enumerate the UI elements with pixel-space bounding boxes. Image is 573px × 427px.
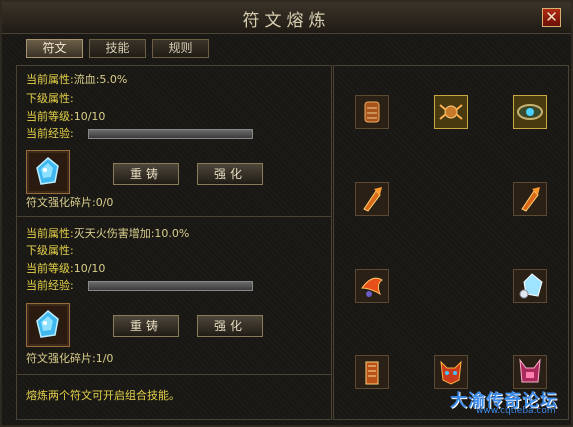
rune-item-eye-ring[interactable] — [513, 95, 547, 129]
rune2-current-attr-value: 灭天火伤害增加:10.0% — [73, 227, 190, 240]
rune1-exp: 当前经验: — [26, 126, 74, 142]
rune1-fragments-value: 0/0 — [95, 196, 114, 209]
rune1-fragments: 符文强化碎片:0/0 — [26, 195, 113, 211]
rune-item-firebird[interactable] — [355, 269, 389, 303]
blue-gem-icon — [36, 310, 59, 338]
gauntlet-rune-icon — [364, 101, 380, 123]
title-bar: 符文熔炼 ✕ — [2, 2, 571, 34]
rune-item-flame-totem[interactable] — [355, 355, 389, 389]
footer-divider — [16, 374, 332, 375]
demon-mask-rune-icon — [440, 360, 462, 385]
rune-item-demon-mask[interactable] — [434, 355, 468, 389]
rune2-level-label: 当前等级: — [26, 262, 74, 275]
flame-totem-rune-icon — [365, 361, 379, 385]
rune1-next-attr-label: 下级属性: — [26, 92, 74, 105]
rune1-strengthen-button[interactable]: 强化 — [197, 163, 263, 185]
rune1-level-label: 当前等级: — [26, 110, 74, 123]
rune1-current-attr-value: 流血:5.0% — [73, 73, 128, 86]
rune2-fragments-label: 符文强化碎片: — [26, 352, 96, 365]
rune1-recast-button[interactable]: 重铸 — [113, 163, 179, 185]
rune1-exp-label: 当前经验: — [26, 127, 74, 140]
rune1-next-attr: 下级属性: — [26, 91, 74, 107]
rune2-fragments: 符文强化碎片:1/0 — [26, 351, 113, 367]
rune2-recast-button[interactable]: 重铸 — [113, 315, 179, 337]
rune2-current-attr: 当前属性:灭天火伤害增加:10.0% — [26, 226, 189, 242]
tab-rules[interactable]: 规则 — [152, 39, 209, 58]
rune1-level: 当前等级:10/10 — [26, 109, 105, 125]
rune1-slot[interactable] — [26, 150, 70, 194]
rune-smelting-window: 符文熔炼 ✕ 符文 技能 规则 当前属性:流血:5.0% 下级属性: 当前等级:… — [0, 0, 573, 427]
rune1-current-attr: 当前属性:流血:5.0% — [26, 72, 127, 88]
rune-item-gauntlet[interactable] — [355, 95, 389, 129]
eye-ring-rune-icon — [517, 104, 543, 120]
rune1-level-value: 10/10 — [73, 110, 106, 123]
rune1-current-attr-label: 当前属性: — [26, 73, 74, 86]
rune-item-flame-claw-1[interactable] — [355, 182, 389, 216]
rune2-next-attr-label: 下级属性: — [26, 244, 74, 257]
blue-gem-icon — [36, 157, 59, 185]
horned-helm-rune-icon — [519, 358, 541, 383]
rune2-current-attr-label: 当前属性: — [26, 227, 74, 240]
rune-item-frost-gem[interactable] — [513, 269, 547, 303]
rune2-strengthen-button[interactable]: 强化 — [197, 315, 263, 337]
rune1-exp-bar — [88, 129, 253, 139]
spider-rune-icon — [439, 104, 463, 120]
rune1-fragments-label: 符文强化碎片: — [26, 196, 96, 209]
rune-item-flame-claw-2[interactable] — [513, 182, 547, 216]
rune2-fragments-value: 1/0 — [95, 352, 114, 365]
close-button[interactable]: ✕ — [542, 8, 561, 27]
flame-claw-rune-icon — [363, 187, 382, 212]
window-title: 符文熔炼 — [242, 11, 331, 31]
watermark-url: www.cqtieba.com — [476, 406, 556, 416]
firebird-rune-icon — [361, 277, 383, 297]
rune2-level: 当前等级:10/10 — [26, 261, 105, 277]
rune-item-spider[interactable] — [434, 95, 468, 129]
footer-note: 熔炼两个符文可开启组合技能。 — [26, 389, 180, 402]
rune2-slot[interactable] — [26, 303, 70, 347]
rune2-level-value: 10/10 — [73, 262, 106, 275]
rune2-next-attr: 下级属性: — [26, 243, 74, 259]
tab-runes[interactable]: 符文 — [26, 39, 83, 58]
tab-skills[interactable]: 技能 — [89, 39, 146, 58]
frost-gem-rune-icon — [519, 273, 543, 299]
section-divider — [16, 216, 332, 217]
rune2-exp: 当前经验: — [26, 278, 74, 294]
rune2-exp-bar — [88, 281, 253, 291]
flame-claw-rune-icon — [521, 187, 540, 212]
rune2-exp-label: 当前经验: — [26, 279, 74, 292]
rune-item-horned-helm[interactable] — [513, 355, 547, 389]
